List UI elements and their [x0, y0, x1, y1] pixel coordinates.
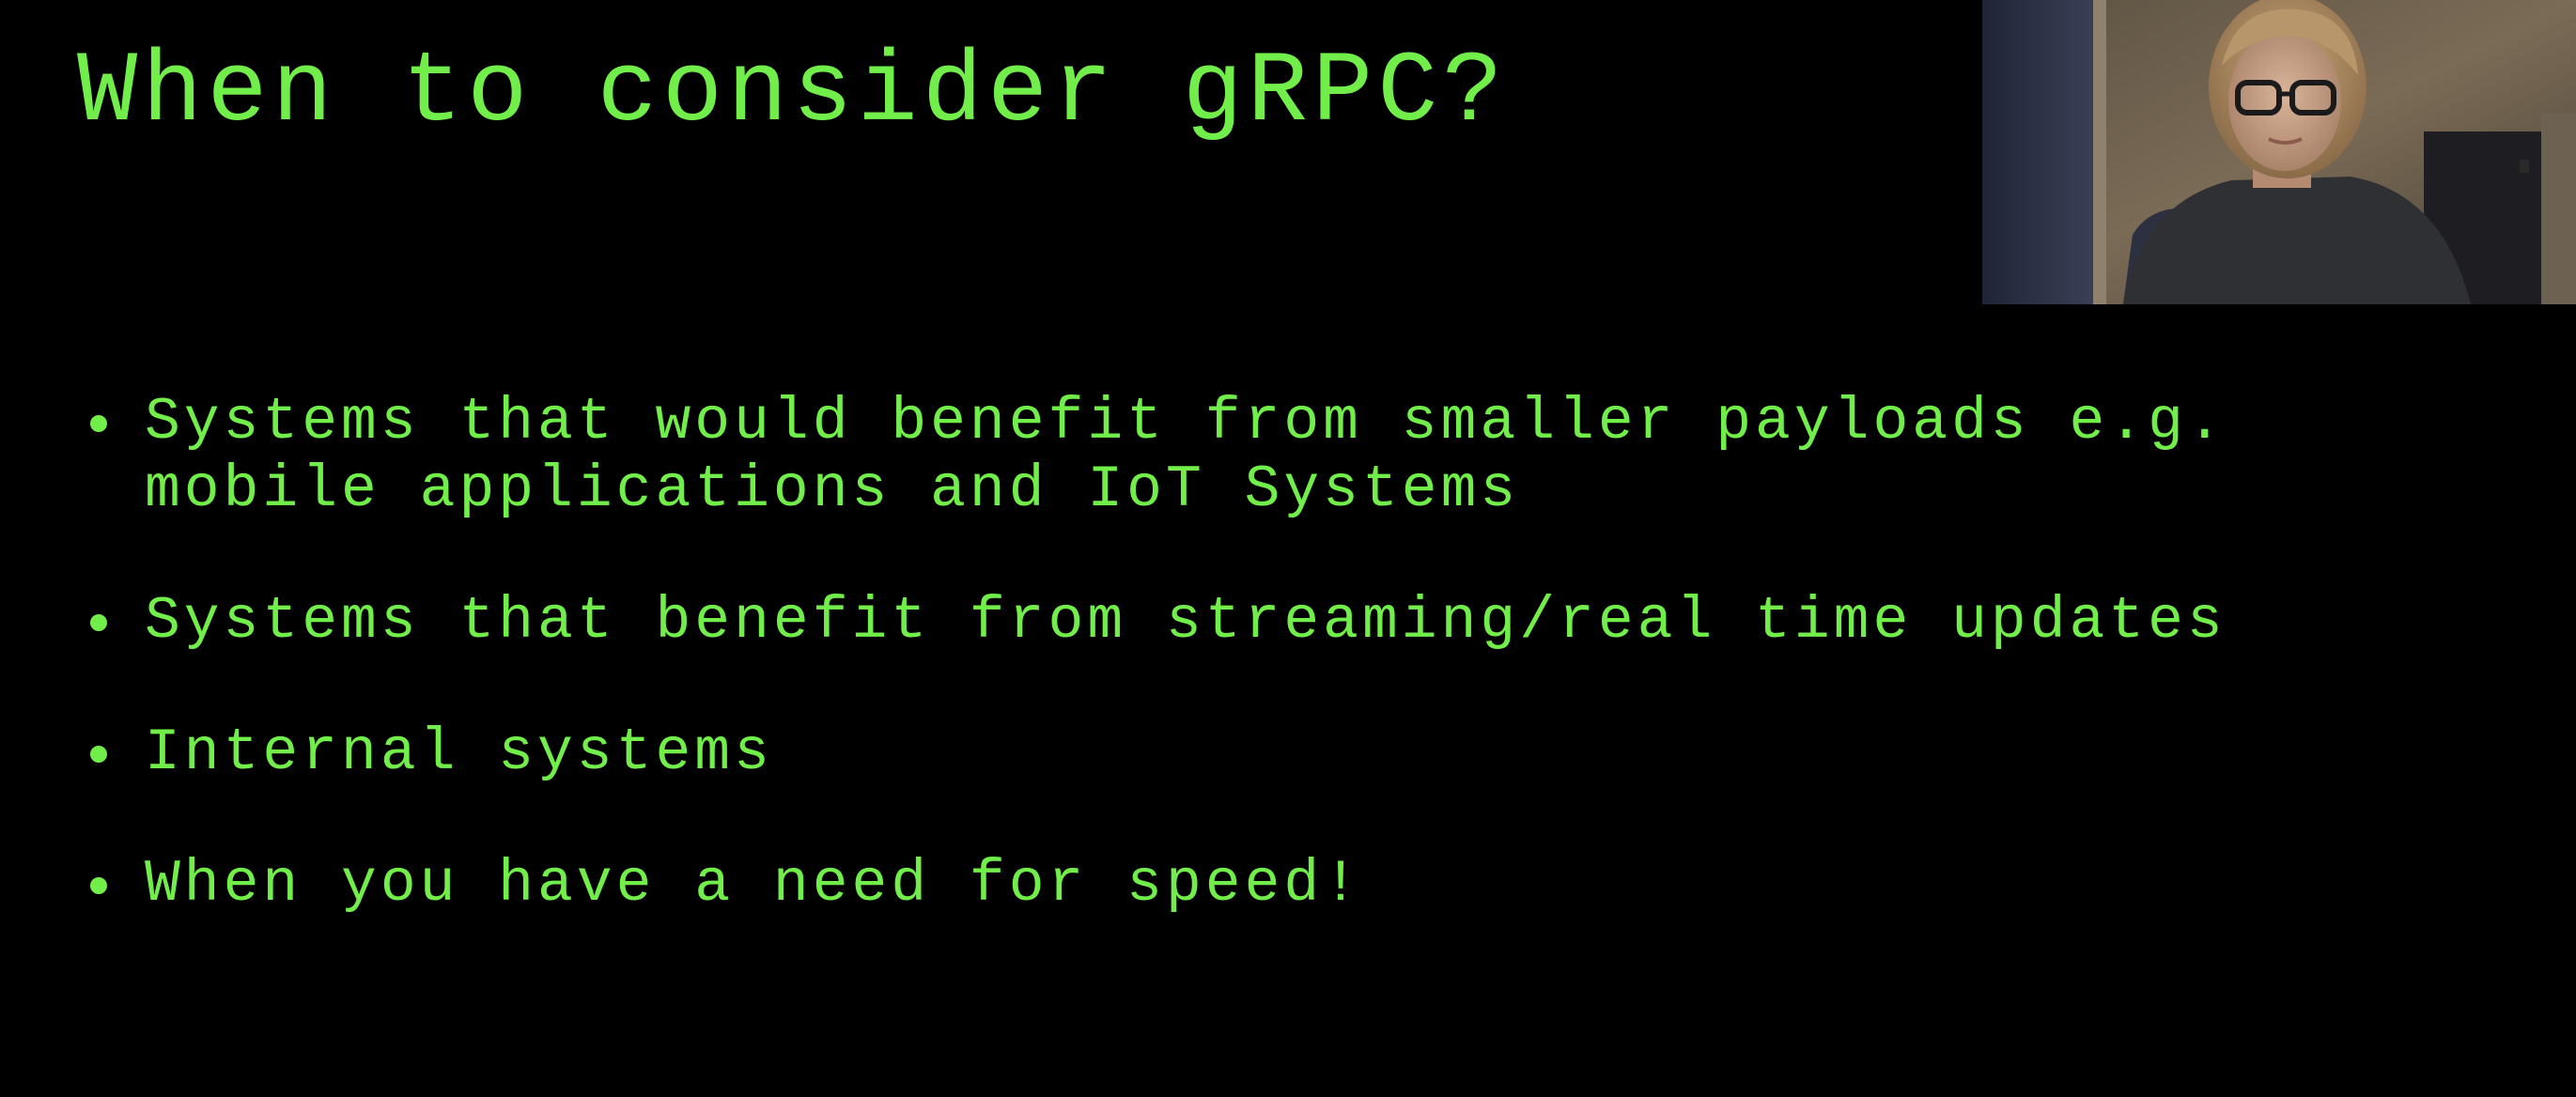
presenter-video-feed-icon: [1982, 0, 2576, 304]
bullet-list: Systems that would benefit from smaller …: [85, 389, 2320, 919]
bullet-item-4: When you have a need for speed!: [85, 851, 2320, 919]
bullet-item-2: Systems that benefit from streaming/real…: [85, 588, 2320, 656]
presenter-webcam: [1982, 0, 2576, 304]
bullet-dot-icon: [90, 877, 107, 894]
bullet-dot-icon: [90, 415, 107, 432]
bullet-text: Systems that would benefit from smaller …: [145, 389, 2227, 523]
bullet-dot-icon: [90, 746, 107, 763]
slide-title: When to consider gRPC?: [77, 37, 1508, 150]
bullet-item-1: Systems that would benefit from smaller …: [85, 389, 2320, 524]
bullet-text: Systems that benefit from streaming/real…: [145, 588, 2227, 655]
bullet-item-3: Internal systems: [85, 719, 2320, 787]
bullet-text: Internal systems: [145, 719, 773, 786]
bullet-dot-icon: [90, 614, 107, 631]
bullet-text: When you have a need for speed!: [145, 851, 1362, 918]
